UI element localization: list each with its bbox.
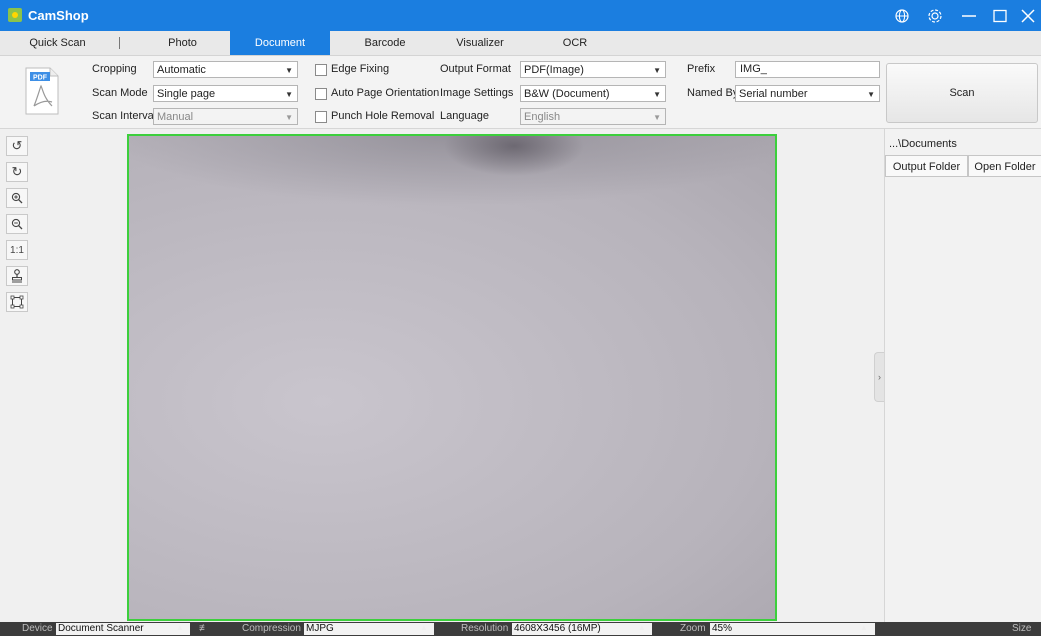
- tab-barcode[interactable]: Barcode: [330, 31, 440, 55]
- settings-icon[interactable]: [924, 5, 946, 27]
- collapse-panel-handle[interactable]: ›: [874, 352, 884, 402]
- punch-hole-label: Punch Hole Removal: [331, 110, 435, 122]
- prefix-input[interactable]: IMG_: [735, 61, 880, 78]
- compression-label: Compression: [242, 623, 301, 634]
- cropping-value: Automatic: [157, 64, 206, 76]
- resolution-select[interactable]: 4608X3456 (16MP): [512, 623, 652, 635]
- named-by-value: Serial number: [739, 88, 808, 100]
- tab-quick-scan[interactable]: Quick Scan: [0, 31, 115, 55]
- prefix-label: Prefix: [687, 63, 716, 75]
- size-label: Size: [1012, 623, 1032, 634]
- image-settings-value: B&W (Document): [524, 88, 610, 100]
- auto-orientation-label: Auto Page Orientation: [331, 87, 440, 99]
- scan-interval-value: Manual: [157, 111, 194, 123]
- image-settings-select[interactable]: B&W (Document) ▼: [520, 85, 666, 102]
- compression-dropdown-icon[interactable]: ▲: [420, 623, 428, 632]
- edge-fixing-checkbox[interactable]: [315, 64, 327, 76]
- device-select[interactable]: Document Scanner: [56, 623, 190, 635]
- language-label: Language: [440, 110, 489, 122]
- edge-fixing-label: Edge Fixing: [331, 63, 390, 75]
- dropdown-arrow-icon: ▼: [285, 113, 293, 122]
- scan-button[interactable]: Scan: [886, 63, 1038, 123]
- crop-frame-icon[interactable]: [6, 292, 28, 312]
- rotate-right-icon[interactable]: ↻: [6, 162, 28, 182]
- image-settings-label: Image Settings: [440, 87, 514, 99]
- cropping-label: Cropping: [92, 63, 137, 75]
- dropdown-arrow-icon: ▼: [867, 90, 875, 99]
- scan-interval-label: Scan Interval: [92, 110, 157, 122]
- open-folder-button[interactable]: Open Folder: [968, 155, 1041, 177]
- chevron-right-icon: ›: [878, 372, 881, 382]
- tab-visualizer[interactable]: Visualizer: [440, 31, 520, 55]
- named-by-select[interactable]: Serial number ▼: [735, 85, 880, 102]
- pdf-badge: PDF: [33, 75, 48, 82]
- tab-divider: [119, 37, 120, 49]
- scan-mode-label: Scan Mode: [92, 87, 148, 99]
- document-toolbar: PDF Cropping Automatic ▼ Scan Mode Single…: [0, 56, 1041, 129]
- zoom-select[interactable]: 45%: [710, 623, 875, 635]
- punch-hole-checkbox[interactable]: [315, 111, 327, 123]
- title-bar: CamShop: [0, 0, 1041, 31]
- zoom-in-icon[interactable]: [6, 188, 28, 208]
- stamp-icon[interactable]: [6, 266, 28, 286]
- dropdown-arrow-icon: ▼: [653, 66, 661, 75]
- resolution-label: Resolution: [461, 623, 509, 634]
- globe-icon[interactable]: [891, 5, 913, 27]
- dropdown-arrow-icon: ▼: [653, 90, 661, 99]
- close-icon[interactable]: [1017, 5, 1039, 27]
- tab-photo[interactable]: Photo: [135, 31, 230, 55]
- tab-document[interactable]: Document: [230, 31, 330, 55]
- output-format-select[interactable]: PDF(Image) ▼: [520, 61, 666, 78]
- zoom-out-icon[interactable]: [6, 214, 28, 234]
- scan-interval-select: Manual ▼: [153, 108, 298, 125]
- actual-size-icon[interactable]: 1:1: [6, 240, 28, 260]
- camera-preview-image[interactable]: [127, 134, 777, 621]
- output-format-value: PDF(Image): [524, 64, 584, 76]
- output-format-label: Output Format: [440, 63, 511, 75]
- mode-tabs: Quick Scan Photo Document Barcode Visual…: [0, 31, 1041, 56]
- pdf-file-icon: PDF: [22, 66, 62, 116]
- output-panel: ...\Documents Output Folder Open Folder: [884, 129, 1041, 622]
- dropdown-arrow-icon: ▼: [285, 66, 293, 75]
- named-by-label: Named By: [687, 87, 739, 99]
- output-folder-button[interactable]: Output Folder: [885, 155, 968, 177]
- auto-orientation-checkbox[interactable]: [315, 88, 327, 100]
- zoom-label: Zoom: [680, 623, 706, 634]
- scan-mode-select[interactable]: Single page ▼: [153, 85, 298, 102]
- device-settings-icon[interactable]: ≢: [199, 623, 209, 634]
- app-title: CamShop: [28, 8, 89, 23]
- dropdown-arrow-icon: ▼: [285, 90, 293, 99]
- language-select: English ▼: [520, 108, 666, 125]
- language-value: English: [524, 111, 561, 123]
- status-bar: Device Document Scanner ▲ ≢ Compression …: [0, 622, 1041, 636]
- resolution-dropdown-icon[interactable]: ▲: [638, 623, 646, 632]
- dropdown-arrow-icon: ▼: [653, 113, 661, 122]
- compression-select[interactable]: MJPG: [304, 623, 434, 635]
- zoom-dropdown-icon[interactable]: ▲: [860, 623, 868, 632]
- left-toolbar: ↺ ↻ 1:1: [0, 129, 36, 622]
- app-logo-icon: [8, 8, 22, 22]
- cropping-select[interactable]: Automatic ▼: [153, 61, 298, 78]
- maximize-icon[interactable]: [989, 5, 1011, 27]
- rotate-left-icon[interactable]: ↺: [6, 136, 28, 156]
- scan-mode-value: Single page: [157, 88, 216, 100]
- tab-ocr[interactable]: OCR: [540, 31, 610, 55]
- minimize-icon[interactable]: [958, 5, 980, 27]
- device-label: Device: [22, 623, 53, 634]
- device-dropdown-icon[interactable]: ▲: [176, 623, 184, 632]
- output-path: ...\Documents: [889, 138, 957, 150]
